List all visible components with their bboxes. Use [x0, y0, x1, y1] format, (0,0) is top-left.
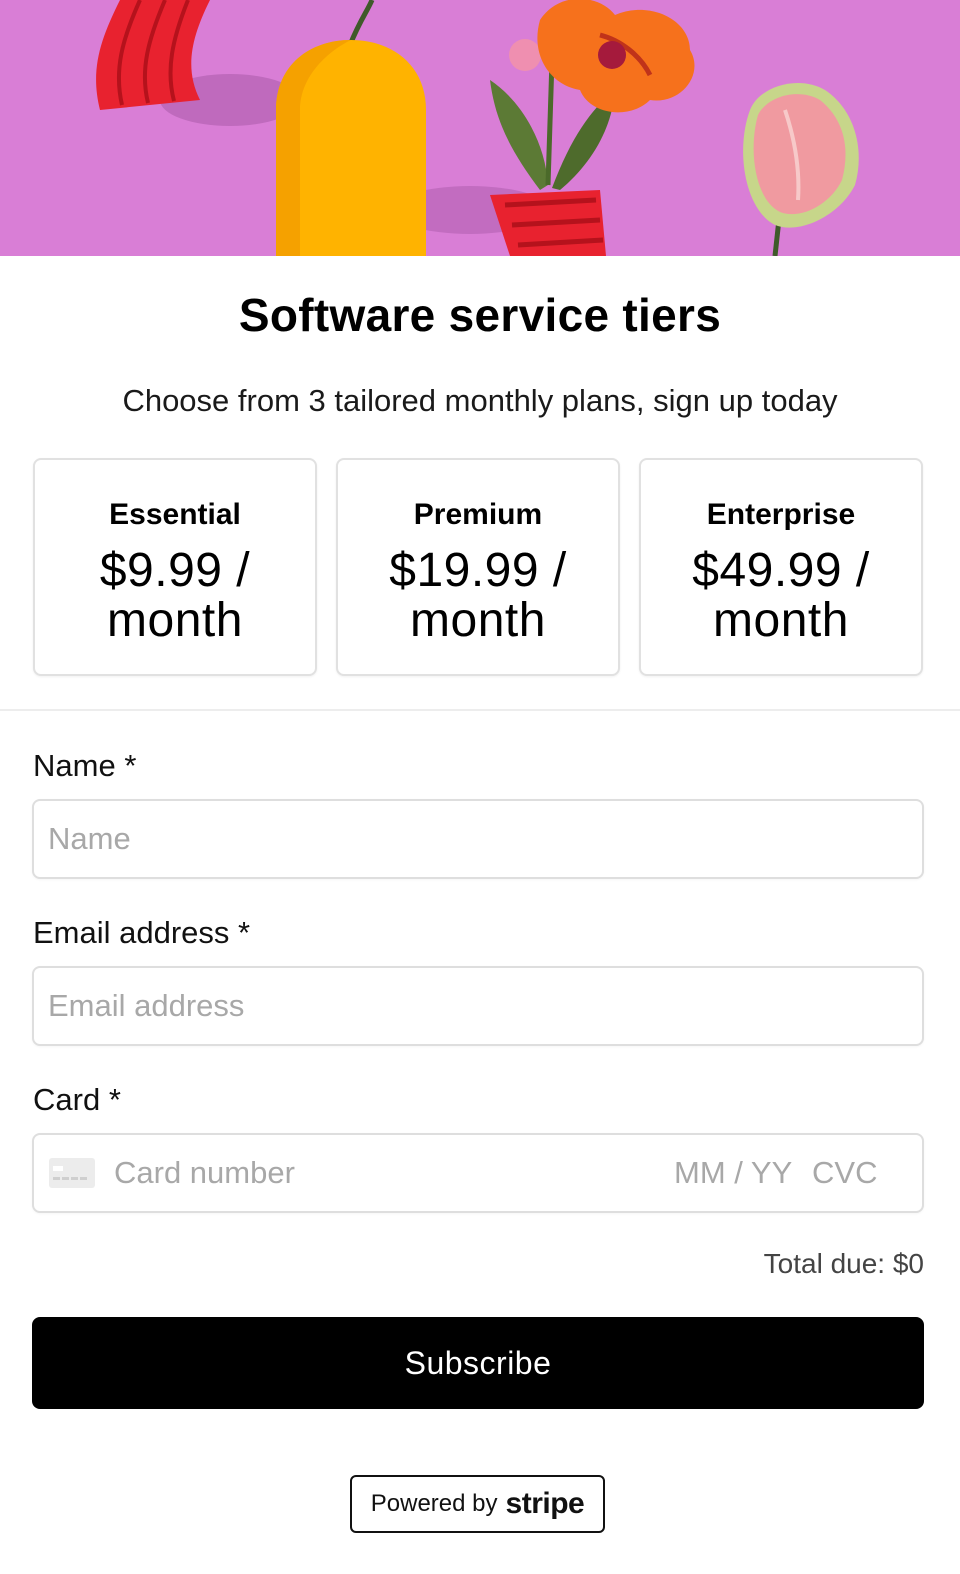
- email-label: Email address *: [33, 915, 250, 951]
- card-number-input[interactable]: Card number: [114, 1135, 295, 1211]
- email-label-text: Email address: [33, 915, 230, 950]
- tier-card-premium[interactable]: Premium $19.99 / month: [336, 458, 620, 676]
- tier-price: $49.99 / month: [692, 544, 870, 647]
- email-input[interactable]: [48, 968, 908, 1044]
- name-label-text: Name: [33, 748, 116, 783]
- powered-by-text: Powered by: [370, 1490, 498, 1517]
- name-field[interactable]: [32, 799, 924, 879]
- page-subtitle: Choose from 3 tailored monthly plans, si…: [122, 383, 838, 418]
- card-field[interactable]: Card number MM / YY CVC: [32, 1133, 924, 1213]
- required-mark: *: [124, 748, 137, 783]
- card-cvc-input[interactable]: CVC: [812, 1135, 877, 1211]
- required-mark: *: [238, 915, 251, 950]
- hero-banner: [0, 0, 960, 256]
- email-field[interactable]: [32, 966, 924, 1046]
- card-label: Card *: [33, 1082, 121, 1118]
- credit-card-icon: [49, 1158, 95, 1188]
- tier-price: $19.99 / month: [389, 544, 567, 647]
- name-label: Name *: [33, 748, 136, 784]
- name-input[interactable]: [48, 801, 908, 877]
- powered-by-stripe-link[interactable]: Powered by stripe: [350, 1475, 605, 1533]
- required-mark: *: [108, 1082, 121, 1117]
- subscribe-button[interactable]: Subscribe: [32, 1317, 924, 1409]
- section-divider: [0, 709, 960, 711]
- tier-card-enterprise[interactable]: Enterprise $49.99 / month: [639, 458, 923, 676]
- tier-price: $9.99 / month: [99, 544, 251, 647]
- stripe-logo: stripe: [505, 1487, 585, 1520]
- tier-name: Premium: [413, 498, 543, 531]
- page-title: Software service tiers: [238, 289, 722, 341]
- card-label-text: Card: [33, 1082, 101, 1117]
- tier-name: Essential: [109, 498, 241, 531]
- total-due: Total due: $0: [763, 1248, 924, 1279]
- card-expiry-input[interactable]: MM / YY: [674, 1135, 792, 1211]
- tier-card-essential[interactable]: Essential $9.99 / month: [33, 458, 317, 676]
- tier-name: Enterprise: [706, 498, 856, 531]
- hero-illustration: [96, 0, 859, 256]
